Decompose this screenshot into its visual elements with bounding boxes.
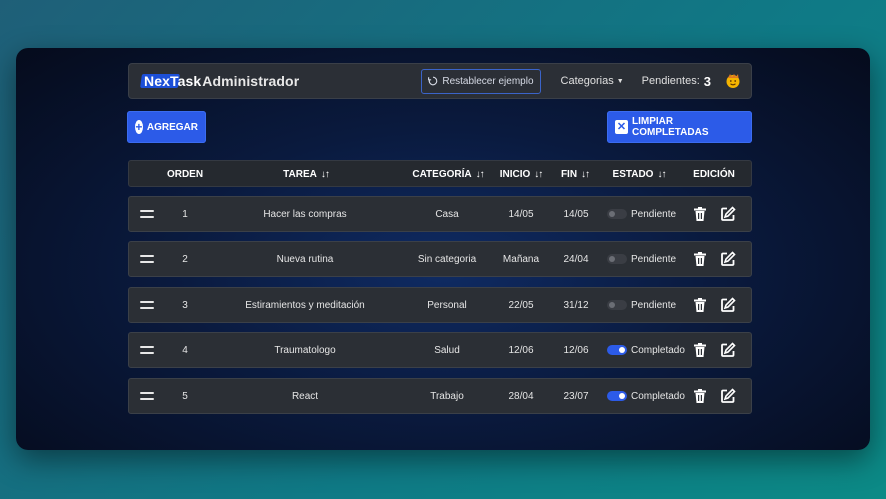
header-order: ORDEN xyxy=(166,169,204,180)
table-row: 1 Hacer las compras Casa 14/05 14/05 Pen… xyxy=(128,196,752,232)
row-task: Estiramientos y meditación xyxy=(245,299,365,311)
row-start: Mañana xyxy=(502,253,540,265)
row-start: 28/04 xyxy=(508,390,534,402)
row-end: 12/06 xyxy=(563,344,589,356)
clear-label: LIMPIAR COMPLETADAS xyxy=(632,116,709,138)
sort-icon: ↓↑ xyxy=(657,169,666,180)
drag-handle-icon[interactable] xyxy=(137,333,157,367)
header-end[interactable]: FIN ↓↑ xyxy=(555,161,595,188)
row-task: Hacer las compras xyxy=(263,208,347,220)
header-start[interactable]: INICIO ↓↑ xyxy=(493,161,549,188)
header-edit: EDICIÓN xyxy=(693,169,735,180)
status-label: Completado xyxy=(631,390,685,402)
trash-icon[interactable] xyxy=(689,333,711,367)
row-start: 14/05 xyxy=(508,208,534,220)
sort-icon: ↓↑ xyxy=(534,169,543,180)
emoji-face-icon[interactable] xyxy=(725,73,741,89)
brand[interactable]: NexTask Administrador xyxy=(140,73,300,89)
drag-handle-icon[interactable] xyxy=(137,242,157,276)
pending-count: 3 xyxy=(703,73,711,89)
edit-icon[interactable] xyxy=(717,242,739,276)
pending-counter: Pendientes: 3 xyxy=(642,74,711,89)
brand-suffix: Administrador xyxy=(202,73,300,89)
edit-icon[interactable] xyxy=(717,379,739,413)
header-task[interactable]: TAREA ↓↑ xyxy=(239,161,373,188)
edit-icon[interactable] xyxy=(717,288,739,322)
add-label: AGREGAR xyxy=(146,121,198,133)
edit-icon[interactable] xyxy=(717,197,739,231)
row-category: Sin categoria xyxy=(417,253,477,265)
app-window: NexTask Administrador Restablecer ejempl… xyxy=(16,48,870,450)
row-status: Pendiente xyxy=(607,288,691,322)
row-status: Pendiente xyxy=(607,242,691,276)
reset-icon xyxy=(428,76,438,86)
sort-icon: ↓↑ xyxy=(581,169,590,180)
row-category: Trabajo xyxy=(430,390,464,402)
status-toggle[interactable] xyxy=(607,391,627,401)
row-end: 31/12 xyxy=(563,299,589,311)
drag-handle-icon[interactable] xyxy=(137,197,157,231)
header-category[interactable]: CATEGORÍA ↓↑ xyxy=(405,161,491,188)
row-task: React xyxy=(291,390,319,402)
row-status: Completado xyxy=(607,379,691,413)
categories-label: Categorias xyxy=(560,75,614,87)
row-status: Pendiente xyxy=(607,197,691,231)
categories-dropdown[interactable]: Categorias ▼ xyxy=(561,75,624,87)
trash-icon[interactable] xyxy=(689,379,711,413)
clear-completed-button[interactable]: ✕ LIMPIAR COMPLETADAS xyxy=(607,111,752,143)
row-task: Traumatologo xyxy=(274,344,336,356)
brand-logo: NexTask xyxy=(140,73,202,89)
row-status: Completado xyxy=(607,333,691,367)
pending-label: Pendientes: xyxy=(641,75,700,87)
status-toggle[interactable] xyxy=(607,345,627,355)
close-square-icon: ✕ xyxy=(615,120,629,134)
header-status[interactable]: ESTADO ↓↑ xyxy=(607,161,671,188)
trash-icon[interactable] xyxy=(689,242,711,276)
status-toggle[interactable] xyxy=(607,209,627,219)
row-end: 14/05 xyxy=(563,208,589,220)
edit-icon[interactable] xyxy=(717,333,739,367)
sort-icon: ↓↑ xyxy=(320,169,330,180)
row-order: 5 xyxy=(182,390,188,402)
row-task: Nueva rutina xyxy=(276,253,334,265)
status-toggle[interactable] xyxy=(607,300,627,310)
row-order: 4 xyxy=(182,344,188,356)
add-task-button[interactable]: + AGREGAR xyxy=(127,111,206,143)
row-start: 12/06 xyxy=(508,344,534,356)
sort-icon: ↓↑ xyxy=(475,169,485,180)
table-row: 3 Estiramientos y meditación Personal 22… xyxy=(128,287,752,323)
table-row: 2 Nueva rutina Sin categoria Mañana 24/0… xyxy=(128,241,752,277)
table-row: 4 Traumatologo Salud 12/06 12/06 Complet… xyxy=(128,332,752,368)
row-order: 3 xyxy=(182,299,188,311)
status-toggle[interactable] xyxy=(607,254,627,264)
row-category: Salud xyxy=(434,344,460,356)
status-label: Pendiente xyxy=(631,208,677,220)
status-label: Completado xyxy=(631,344,685,356)
caret-down-icon: ▼ xyxy=(616,77,624,85)
status-label: Pendiente xyxy=(631,299,677,311)
plus-circle-icon: + xyxy=(135,120,143,134)
row-end: 24/04 xyxy=(563,253,589,265)
drag-handle-icon[interactable] xyxy=(137,288,157,322)
navbar: NexTask Administrador Restablecer ejempl… xyxy=(128,63,752,99)
drag-handle-icon[interactable] xyxy=(137,379,157,413)
row-category: Personal xyxy=(427,299,467,311)
table-header: ORDEN TAREA ↓↑ CATEGORÍA ↓↑ INICIO ↓↑ FIN ↓↑… xyxy=(128,160,752,187)
reset-label: Restablecer ejemplo xyxy=(442,75,534,87)
reset-example-button[interactable]: Restablecer ejemplo xyxy=(421,68,541,94)
trash-icon[interactable] xyxy=(689,197,711,231)
row-category: Casa xyxy=(435,208,459,220)
row-order: 1 xyxy=(182,208,188,220)
status-label: Pendiente xyxy=(631,253,677,265)
row-start: 22/05 xyxy=(508,299,534,311)
row-order: 2 xyxy=(182,253,188,265)
trash-icon[interactable] xyxy=(689,288,711,322)
row-end: 23/07 xyxy=(563,390,589,402)
table-row: 5 React Trabajo 28/04 23/07 Completado xyxy=(128,378,752,414)
